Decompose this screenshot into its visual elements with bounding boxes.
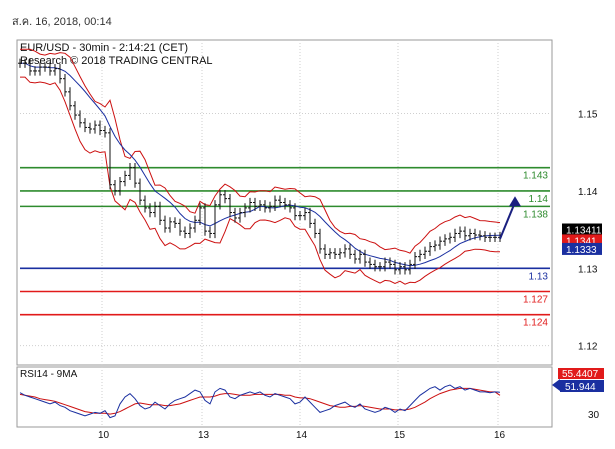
rsi-marker-label: 51.944 [565,382,596,393]
level-label: 1.143 [523,171,548,182]
rsi-title: RSI14 - 9MA [20,369,78,380]
y-tick-label: 1.13 [578,264,598,275]
rsi-tick-label: 30 [588,410,600,421]
rsi-ma-marker-label: 55.4407 [562,369,599,380]
y-tick-label: 1.14 [578,187,598,198]
level-label: 1.124 [523,318,548,329]
chart-title: EUR/USD - 30min - 2:14:21 (CET) [20,42,188,54]
rsi-marker-pointer [552,379,560,391]
level-label: 1.138 [523,209,548,220]
x-tick-label: 10 [98,430,110,441]
x-tick-label: 14 [296,430,308,441]
timestamp-label: ส.ค. 16, 2018, 00:14 [12,16,112,28]
level-label: 1.127 [523,294,548,305]
price-markers: 1.134111.13411.1333 [562,223,602,256]
x-tick-label: 15 [394,430,406,441]
x-axis-labels: 10 13 14 15 16 [98,430,506,441]
level-label: 1.14 [529,194,549,205]
y-tick-label: 1.15 [578,110,598,121]
chart-canvas: ส.ค. 16, 2018, 00:14 EUR/USD - 30min - 2… [12,16,604,441]
x-tick-label: 16 [494,430,506,441]
ma-blue-marker-label: 1.1333 [566,245,597,256]
level-label: 1.13 [529,271,549,282]
x-tick-label: 13 [198,430,210,441]
chart-subtitle: Research © 2018 TRADING CENTRAL [20,55,213,67]
y-tick-label: 1.12 [578,342,598,353]
rsi-labels: 30 55.4407 51.944 [552,368,604,421]
